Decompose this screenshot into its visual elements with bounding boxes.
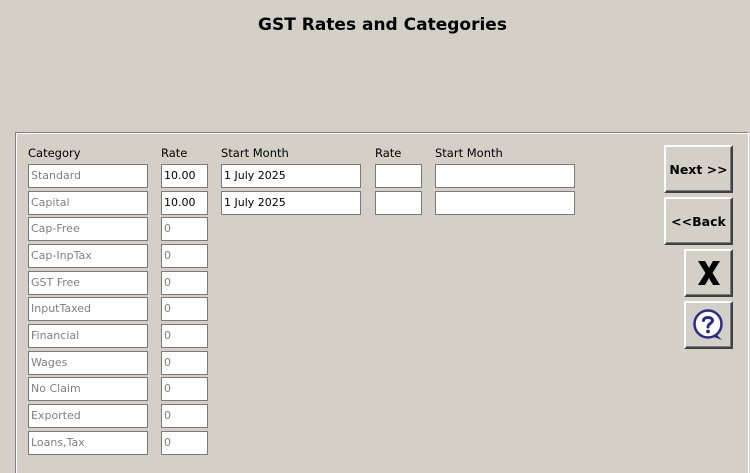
start-month-field[interactable]: 1 July 2025 <box>221 191 361 215</box>
rate-2-field[interactable] <box>375 164 422 188</box>
category-field[interactable]: Financial <box>28 324 148 348</box>
category-field[interactable]: InputTaxed <box>28 297 148 321</box>
header-rate: Rate <box>161 146 188 160</box>
rate-field[interactable]: 10.00 <box>161 164 208 188</box>
start-month-field[interactable]: 1 July 2025 <box>221 164 361 188</box>
rate-field[interactable]: 0 <box>161 271 208 295</box>
close-button[interactable] <box>684 249 733 297</box>
category-field[interactable]: Loans,Tax <box>28 431 148 455</box>
category-field[interactable]: Capital <box>28 191 148 215</box>
rate-field[interactable]: 0 <box>161 431 208 455</box>
next-button[interactable]: Next >> <box>664 145 733 193</box>
category-field[interactable]: Wages <box>28 351 148 375</box>
category-field[interactable]: No Claim <box>28 377 148 401</box>
header-rate-2: Rate <box>375 146 402 160</box>
help-button[interactable] <box>684 301 733 349</box>
header-start-month: Start Month <box>221 146 289 160</box>
category-field[interactable]: Cap-InpTax <box>28 244 148 268</box>
rate-field[interactable]: 0 <box>161 351 208 375</box>
start-month-2-field[interactable] <box>435 191 575 215</box>
rate-field[interactable]: 0 <box>161 377 208 401</box>
rate-2-field[interactable] <box>375 191 422 215</box>
close-icon <box>694 258 724 288</box>
header-category: Category <box>28 146 81 160</box>
header-start-month-2: Start Month <box>435 146 503 160</box>
category-field[interactable]: Cap-Free <box>28 217 148 241</box>
back-button[interactable]: <<Back <box>664 197 733 245</box>
rate-field[interactable]: 0 <box>161 217 208 241</box>
rate-field[interactable]: 0 <box>161 244 208 268</box>
category-field[interactable]: Standard <box>28 164 148 188</box>
help-icon <box>692 308 726 342</box>
category-field[interactable]: Exported <box>28 404 148 428</box>
rate-field[interactable]: 0 <box>161 404 208 428</box>
rate-field[interactable]: 0 <box>161 324 208 348</box>
rate-field[interactable]: 0 <box>161 297 208 321</box>
page-title: GST Rates and Categories <box>258 15 507 35</box>
rate-field[interactable]: 10.00 <box>161 191 208 215</box>
category-field[interactable]: GST Free <box>28 271 148 295</box>
start-month-2-field[interactable] <box>435 164 575 188</box>
